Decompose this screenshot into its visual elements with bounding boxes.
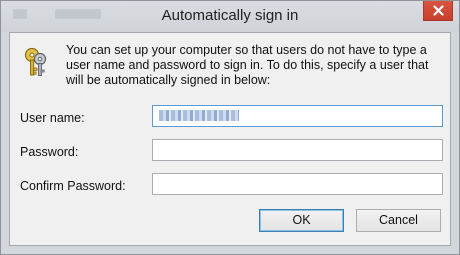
dialog-window: Automatically sign in You can set up you… [0, 0, 460, 255]
cancel-button[interactable]: Cancel [356, 209, 441, 232]
password-label: Password: [20, 145, 79, 159]
password-input[interactable] [152, 139, 443, 161]
close-button[interactable] [423, 1, 453, 21]
title-bar[interactable]: Automatically sign in [1, 1, 459, 32]
confirm-password-label: Confirm Password: [20, 179, 126, 193]
user-name-field-wrap [152, 105, 443, 127]
keys-icon [24, 47, 47, 76]
ok-button[interactable]: OK [259, 209, 344, 232]
redacted-user-name [159, 110, 239, 121]
user-name-label: User name: [20, 111, 85, 125]
dialog-title: Automatically sign in [161, 7, 299, 24]
confirm-password-input[interactable] [152, 173, 443, 195]
dialog-body: You can set up your computer so that use… [9, 32, 451, 246]
close-icon [433, 5, 444, 16]
instruction-text: You can set up your computer so that use… [66, 43, 429, 87]
